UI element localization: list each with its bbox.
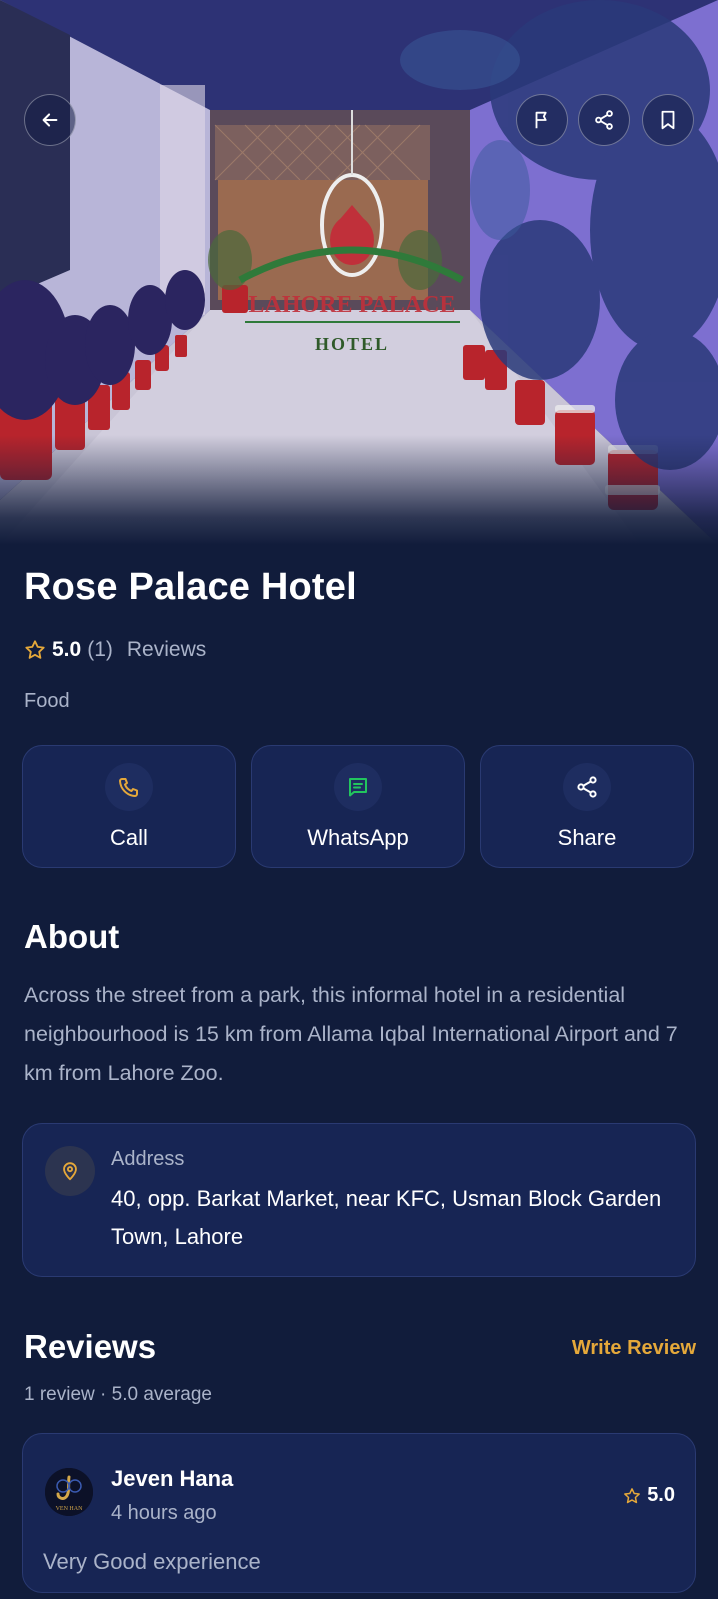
arrow-left-icon xyxy=(42,113,58,127)
rating-score: 5.0 xyxy=(52,638,82,661)
review-comment: Very Good experience xyxy=(43,1549,261,1574)
whatsapp-label: WhatsApp xyxy=(307,824,409,850)
rating-count: (1) xyxy=(87,638,113,661)
review-card: VEN HAN Jeven Hana 4 hours ago 5.0 Very … xyxy=(22,1433,696,1593)
category-label: Food xyxy=(24,690,70,712)
bookmark-icon xyxy=(661,110,675,130)
hero-fade xyxy=(0,435,718,545)
share-top-button[interactable] xyxy=(578,94,630,146)
share-icon xyxy=(577,775,597,798)
reviewer-name: Jeven Hana xyxy=(111,1466,234,1491)
hero-image: LAHORE PALACE HOTEL xyxy=(0,0,718,545)
address-value: 40, opp. Barkat Market, near KFC, Usman … xyxy=(111,1186,662,1249)
call-icon-wrap xyxy=(105,762,153,811)
address-label: Address xyxy=(111,1148,185,1170)
avatar: VEN HAN xyxy=(45,1468,93,1516)
back-button[interactable] xyxy=(24,94,76,146)
star-icon xyxy=(624,1487,641,1503)
phone-icon xyxy=(119,777,138,797)
share-icon-wrap xyxy=(563,762,611,811)
location-pin-wrap xyxy=(45,1146,95,1196)
location-pin-icon xyxy=(63,1162,77,1181)
star-icon xyxy=(25,640,45,659)
write-review-button[interactable]: Write Review xyxy=(572,1337,696,1360)
share-label: Share xyxy=(557,824,617,850)
whatsapp-button[interactable]: WhatsApp xyxy=(251,745,465,868)
message-icon xyxy=(349,777,367,796)
sign-text-line1: LAHORE PALACE xyxy=(249,292,456,318)
flag-icon xyxy=(535,111,547,129)
review-rating-value: 5.0 xyxy=(647,1484,675,1506)
avatar-text: VEN HAN xyxy=(56,1506,83,1512)
place-name: Rose Palace Hotel xyxy=(24,566,357,608)
bookmark-button[interactable] xyxy=(642,94,694,146)
about-heading: About xyxy=(24,918,120,955)
review-time: 4 hours ago xyxy=(111,1502,217,1524)
call-label: Call xyxy=(110,824,148,850)
action-buttons: Call WhatsApp Share xyxy=(22,745,694,868)
reviews-heading: Reviews xyxy=(24,1328,157,1365)
avatar-logo-icon: VEN HAN xyxy=(45,1468,93,1516)
rating-row: 5.0 (1) Reviews xyxy=(24,638,206,662)
reviews-link[interactable]: Reviews xyxy=(127,638,206,662)
review-rating: 5.0 xyxy=(623,1484,675,1507)
whatsapp-icon-wrap xyxy=(334,762,382,811)
share-icon xyxy=(595,110,613,130)
share-button[interactable]: Share xyxy=(480,745,694,868)
address-card[interactable]: Address 40, opp. Barkat Market, near KFC… xyxy=(22,1123,696,1277)
sign-text-line2: HOTEL xyxy=(315,334,389,354)
report-button[interactable] xyxy=(516,94,568,146)
reviews-summary: 1 review · 5.0 average xyxy=(24,1384,212,1405)
call-button[interactable]: Call xyxy=(22,745,236,868)
about-description: Across the street from a park, this info… xyxy=(24,983,678,1085)
